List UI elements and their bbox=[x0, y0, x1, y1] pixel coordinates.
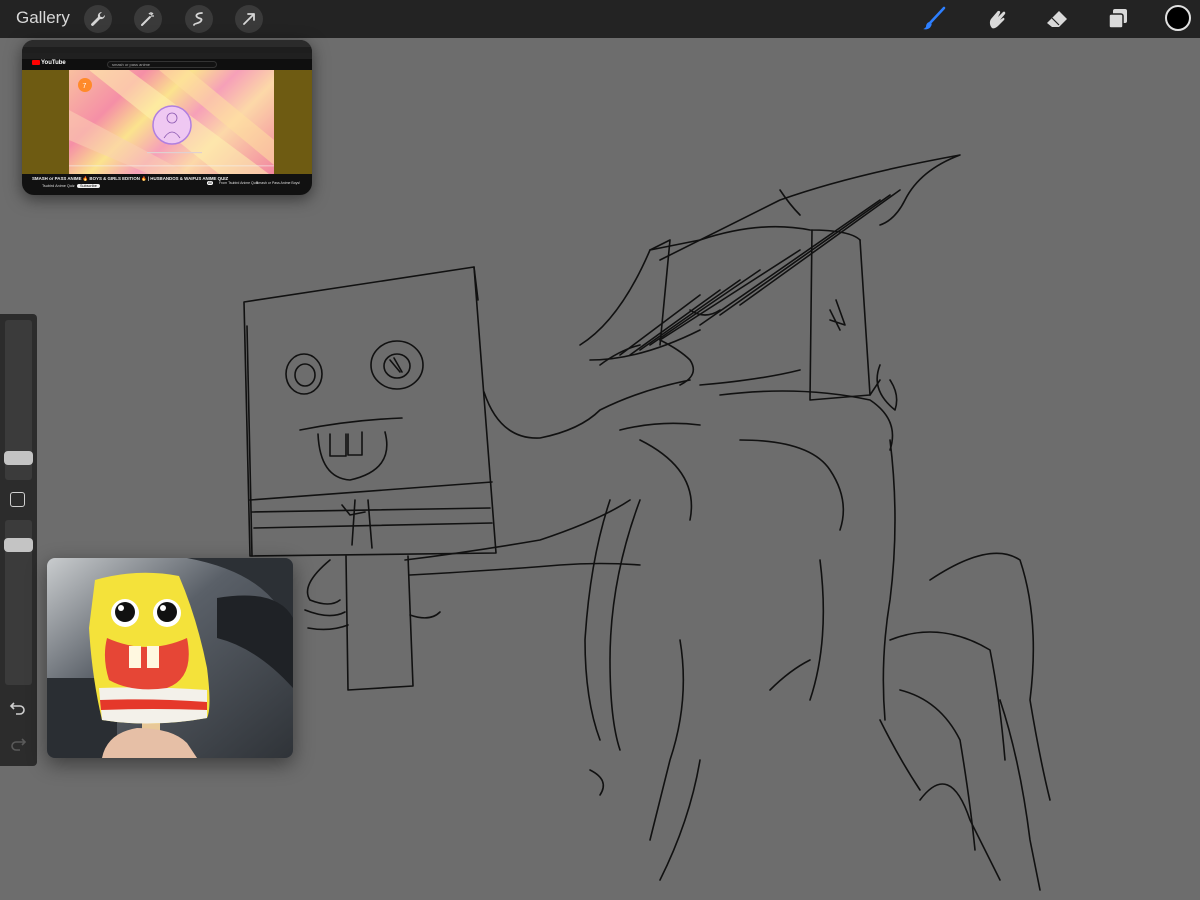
youtube-search-input[interactable]: smash or pass anime bbox=[107, 61, 217, 68]
layers-icon[interactable] bbox=[1104, 5, 1132, 33]
gallery-button[interactable]: Gallery bbox=[16, 8, 70, 28]
top-toolbar: Gallery bbox=[0, 0, 1200, 38]
smudge-icon[interactable] bbox=[982, 5, 1010, 33]
color-picker-button[interactable] bbox=[1165, 5, 1191, 31]
reference-window-youtube[interactable]: YouTube smash or pass anime 7 SMASH or P… bbox=[22, 40, 312, 195]
opacity-thumb[interactable] bbox=[4, 538, 33, 552]
youtube-header: YouTube smash or pass anime bbox=[22, 59, 312, 70]
video-player[interactable]: 7 bbox=[69, 70, 274, 174]
chip-channel[interactable]: From Tsubird Anime Quiz bbox=[219, 181, 258, 185]
undo-icon[interactable] bbox=[9, 698, 27, 716]
transform-arrow-icon[interactable] bbox=[235, 5, 263, 33]
magic-wand-icon[interactable] bbox=[134, 5, 162, 33]
chip-all[interactable]: All bbox=[207, 181, 213, 185]
brush-icon[interactable] bbox=[920, 5, 948, 33]
chip-related[interactable]: Smash or Pass Anime Boys! bbox=[256, 181, 300, 185]
brush-sidebar bbox=[0, 314, 37, 766]
video-title: SMASH or PASS ANIME 🔥 BOYS & GIRLS EDITI… bbox=[32, 176, 229, 181]
brush-size-thumb[interactable] bbox=[4, 451, 33, 465]
spongebob-popsicle-photo bbox=[47, 558, 293, 758]
wrench-icon[interactable] bbox=[84, 5, 112, 33]
youtube-video-area[interactable]: 7 bbox=[22, 70, 312, 174]
svg-text:7: 7 bbox=[83, 83, 87, 90]
channel-name[interactable]: Tsubird Anime Quiz bbox=[42, 184, 75, 188]
browser-tab-strip bbox=[22, 40, 312, 53]
reference-window-photo[interactable] bbox=[47, 558, 293, 758]
selection-icon[interactable] bbox=[185, 5, 213, 33]
eraser-icon[interactable] bbox=[1043, 5, 1071, 33]
redo-icon[interactable] bbox=[9, 734, 27, 752]
youtube-logo[interactable]: YouTube bbox=[32, 60, 66, 66]
modifier-square-icon[interactable] bbox=[10, 492, 25, 507]
subscribe-button[interactable]: Subscribe bbox=[77, 184, 100, 188]
